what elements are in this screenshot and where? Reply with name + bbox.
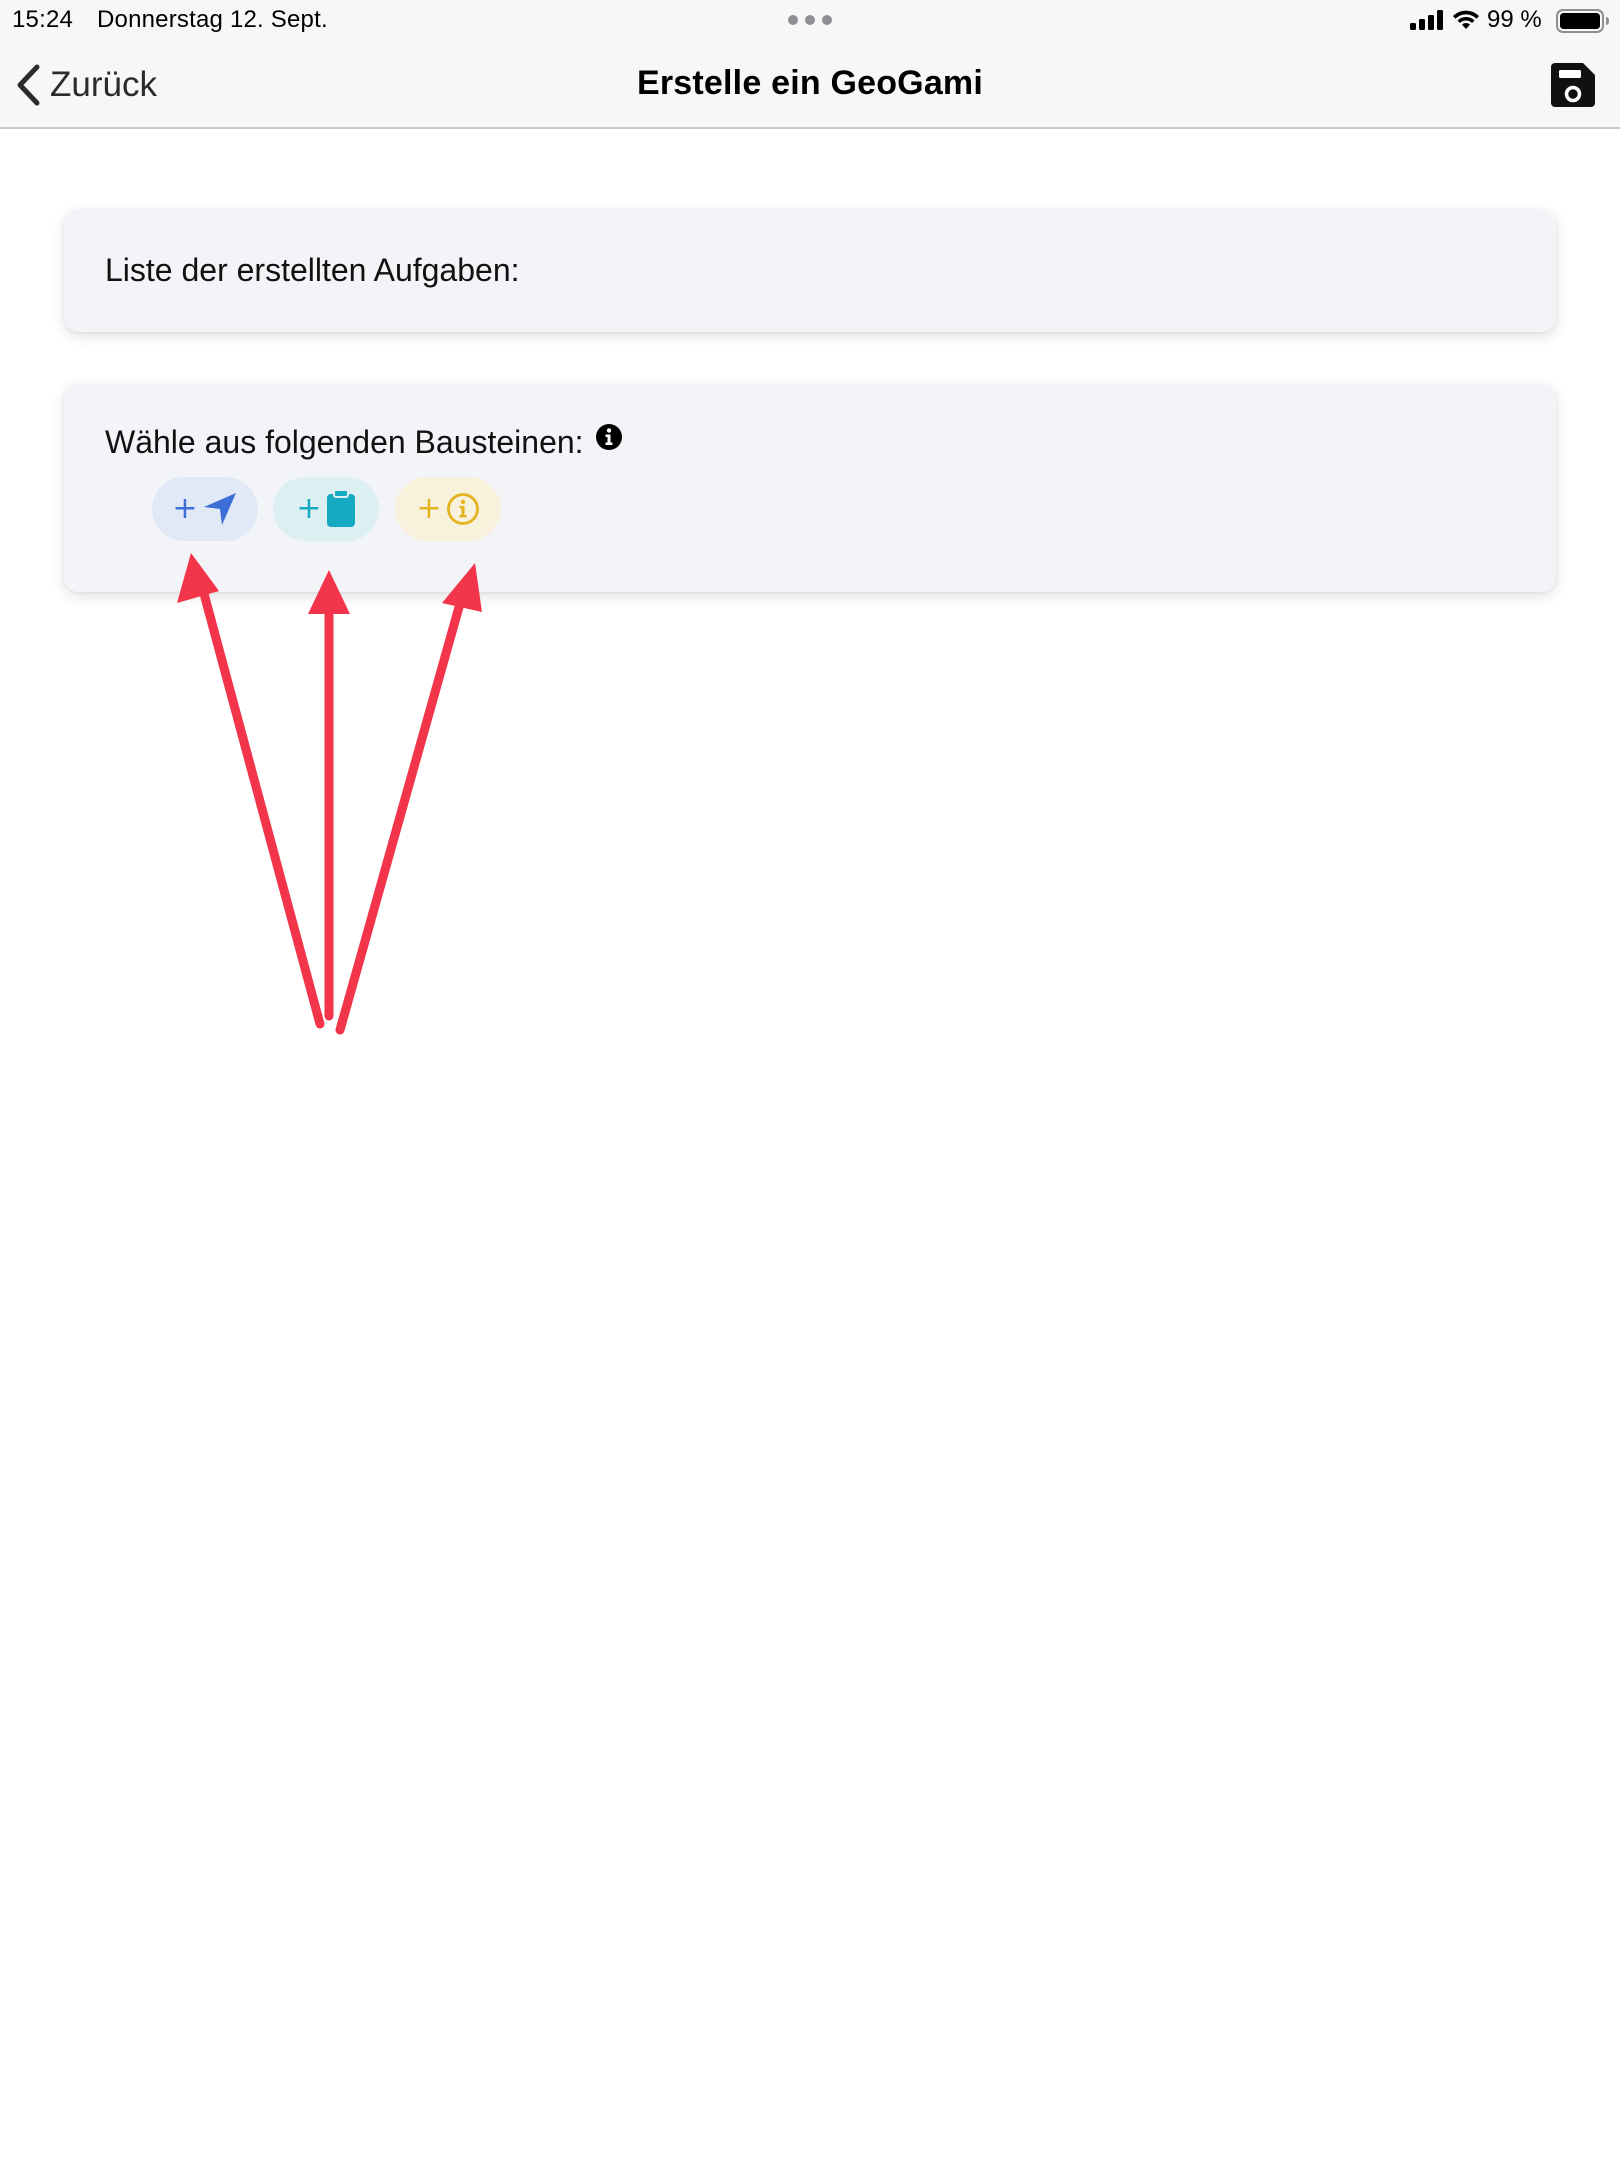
battery-icon <box>1556 9 1609 33</box>
building-blocks-heading: Wähle aus folgenden Bausteinen: <box>105 424 584 460</box>
cellular-signal-icon <box>1410 10 1443 30</box>
plus-icon: + <box>416 491 442 526</box>
annotation-arrow-right <box>335 563 482 1035</box>
add-task-button[interactable]: + <box>273 477 379 541</box>
annotation-arrow-left <box>177 553 325 1029</box>
navigation-bar: Zurück Erstelle ein GeoGami <box>0 44 1620 129</box>
status-time: 15:24 <box>12 6 74 33</box>
battery-percent: 99 % <box>1487 6 1542 33</box>
building-blocks-card: Wähle aus folgenden Bausteinen: + + + <box>64 384 1556 592</box>
created-tasks-card: Liste der erstellten Aufgaben: <box>64 210 1556 332</box>
annotation-arrow-middle <box>308 570 350 1021</box>
plus-icon: + <box>296 491 322 526</box>
navigation-arrow-icon <box>203 493 236 525</box>
status-bar: 15:24 Donnerstag 12. Sept. 99 % <box>0 0 1620 44</box>
created-tasks-heading: Liste der erstellten Aufgaben: <box>105 252 520 288</box>
clipboard-icon <box>326 490 355 527</box>
wifi-icon <box>1453 10 1479 29</box>
add-info-button[interactable]: + <box>395 477 501 541</box>
page-title: Erstelle ein GeoGami <box>636 64 984 102</box>
status-date: Donnerstag 12. Sept. <box>97 6 328 33</box>
info-circle-icon[interactable] <box>595 423 623 451</box>
add-navigation-task-button[interactable]: + <box>152 477 258 541</box>
info-icon <box>446 493 479 525</box>
plus-icon: + <box>172 491 198 526</box>
save-disk-icon[interactable] <box>1549 61 1597 109</box>
multitasking-dots-icon[interactable] <box>788 15 832 25</box>
